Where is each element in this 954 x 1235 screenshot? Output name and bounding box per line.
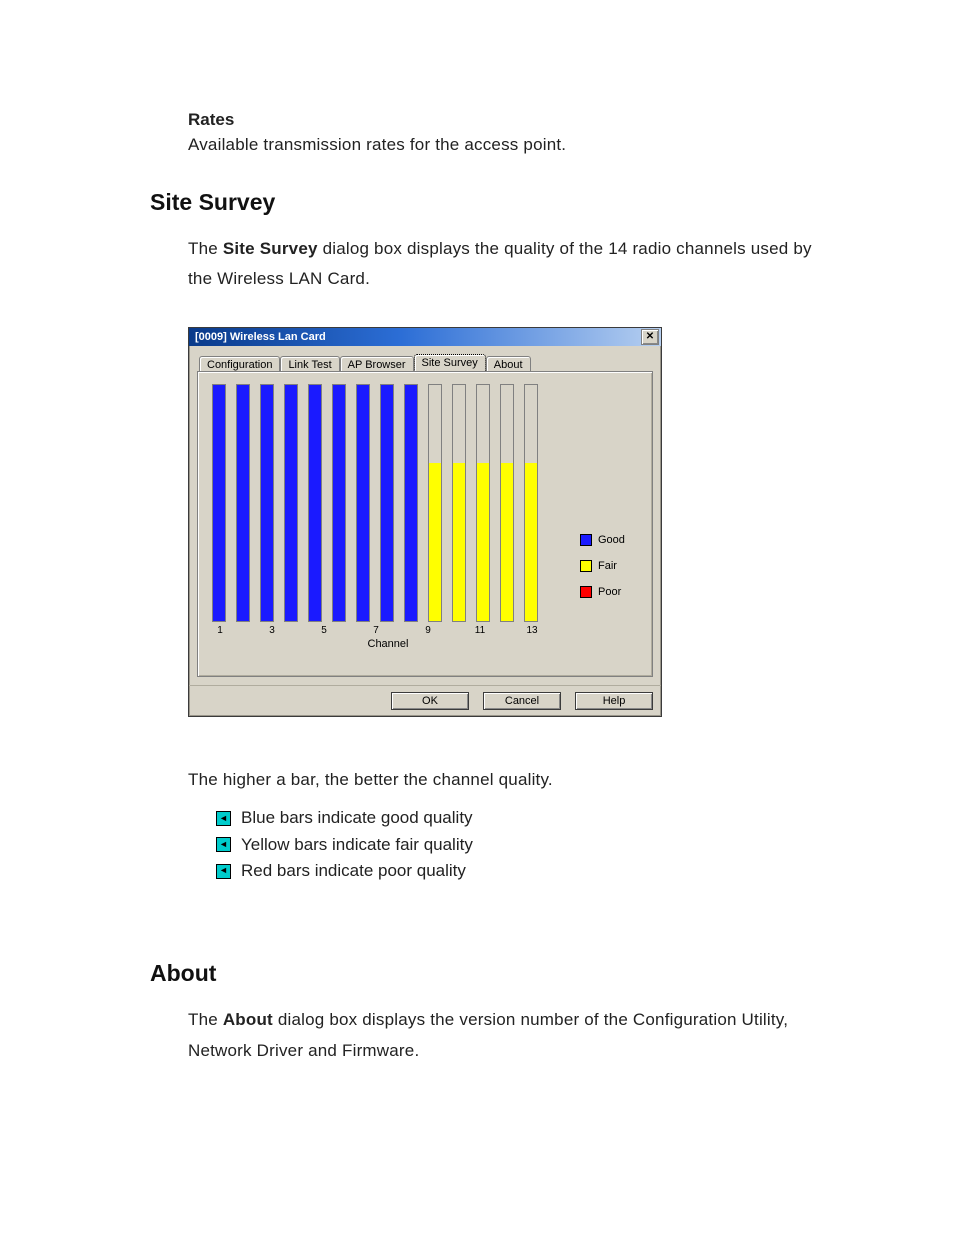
site-survey-heading: Site Survey <box>150 189 824 216</box>
chart-bar <box>476 384 490 622</box>
list-item-label: Blue bars indicate good quality <box>241 805 473 831</box>
x-tick <box>238 625 254 636</box>
x-tick: 13 <box>524 625 540 636</box>
quality-bullet-list: ◄ Blue bars indicate good quality ◄ Yell… <box>216 805 824 884</box>
arrow-left-icon: ◄ <box>216 837 231 852</box>
about-heading: About <box>150 960 824 987</box>
about-paragraph: The About dialog box displays the versio… <box>150 1005 824 1066</box>
x-tick <box>446 625 462 636</box>
dialog-title: [0009] Wireless Lan Card <box>195 331 326 343</box>
x-tick: 3 <box>264 625 280 636</box>
legend-label: Poor <box>598 586 621 598</box>
close-icon[interactable]: ✕ <box>641 329 659 345</box>
x-tick <box>342 625 358 636</box>
site-survey-footer: The higher a bar, the better the channel… <box>150 765 824 796</box>
x-tick: 5 <box>316 625 332 636</box>
chart-bar <box>260 384 274 622</box>
chart-area: 135791113 Channel Good Fair <box>208 384 642 650</box>
chart-bar <box>236 384 250 622</box>
dialog-button-row: OK Cancel Help <box>189 685 661 716</box>
list-item-label: Yellow bars indicate fair quality <box>241 832 473 858</box>
tab-panel-site-survey: 135791113 Channel Good Fair <box>197 371 653 677</box>
list-item-label: Red bars indicate poor quality <box>241 858 466 884</box>
spacer <box>150 884 824 932</box>
text-fragment: The <box>188 239 223 258</box>
chart-bar <box>356 384 370 622</box>
x-tick <box>498 625 514 636</box>
chart-bar <box>452 384 466 622</box>
chart-x-ticks: 135791113 <box>208 625 568 636</box>
legend-item-poor: Poor <box>580 586 625 598</box>
legend-item-fair: Fair <box>580 560 625 572</box>
x-tick: 9 <box>420 625 436 636</box>
site-survey-dialog: [0009] Wireless Lan Card ✕ Configuration… <box>188 327 662 717</box>
chart-bar <box>524 384 538 622</box>
tab-strip: ConfigurationLink TestAP BrowserSite Sur… <box>197 354 653 372</box>
x-tick: 1 <box>212 625 228 636</box>
rates-description: Available transmission rates for the acc… <box>188 130 824 161</box>
spacer <box>150 719 824 765</box>
cancel-button[interactable]: Cancel <box>483 692 561 710</box>
legend-item-good: Good <box>580 534 625 546</box>
chart-bar <box>404 384 418 622</box>
chart-bar <box>428 384 442 622</box>
swatch-icon <box>580 534 592 546</box>
arrow-left-icon: ◄ <box>216 811 231 826</box>
legend-label: Fair <box>598 560 617 572</box>
rates-heading: Rates <box>188 110 824 130</box>
ok-button[interactable]: OK <box>391 692 469 710</box>
arrow-left-icon: ◄ <box>216 864 231 879</box>
legend-label: Good <box>598 534 625 546</box>
text-fragment: dialog box displays the version number o… <box>188 1010 788 1060</box>
list-item: ◄ Red bars indicate poor quality <box>216 858 824 884</box>
text-bold-term: About <box>223 1010 273 1029</box>
text-fragment: The <box>188 1010 223 1029</box>
dialog-titlebar[interactable]: [0009] Wireless Lan Card ✕ <box>189 328 661 346</box>
x-tick: 11 <box>472 625 488 636</box>
text-bold-term: Site Survey <box>223 239 318 258</box>
chart-bar <box>284 384 298 622</box>
swatch-icon <box>580 560 592 572</box>
x-tick: 7 <box>368 625 384 636</box>
chart-bar <box>500 384 514 622</box>
chart-x-label: Channel <box>208 638 568 650</box>
chart-bar <box>380 384 394 622</box>
tab-site-survey[interactable]: Site Survey <box>414 354 486 372</box>
chart-legend: Good Fair Poor <box>580 534 625 612</box>
chart-bar <box>332 384 346 622</box>
chart-bars <box>208 384 568 622</box>
help-button[interactable]: Help <box>575 692 653 710</box>
chart-bar <box>212 384 226 622</box>
x-tick <box>550 625 566 636</box>
dialog-client-area: ConfigurationLink TestAP BrowserSite Sur… <box>189 346 661 685</box>
document-page: Rates Available transmission rates for t… <box>0 0 954 1235</box>
x-tick <box>290 625 306 636</box>
x-tick <box>394 625 410 636</box>
swatch-icon <box>580 586 592 598</box>
chart-bar <box>308 384 322 622</box>
list-item: ◄ Yellow bars indicate fair quality <box>216 832 824 858</box>
site-survey-paragraph: The Site Survey dialog box displays the … <box>150 234 824 295</box>
rates-section: Rates Available transmission rates for t… <box>150 110 824 161</box>
list-item: ◄ Blue bars indicate good quality <box>216 805 824 831</box>
channel-quality-chart: 135791113 Channel <box>208 384 568 650</box>
